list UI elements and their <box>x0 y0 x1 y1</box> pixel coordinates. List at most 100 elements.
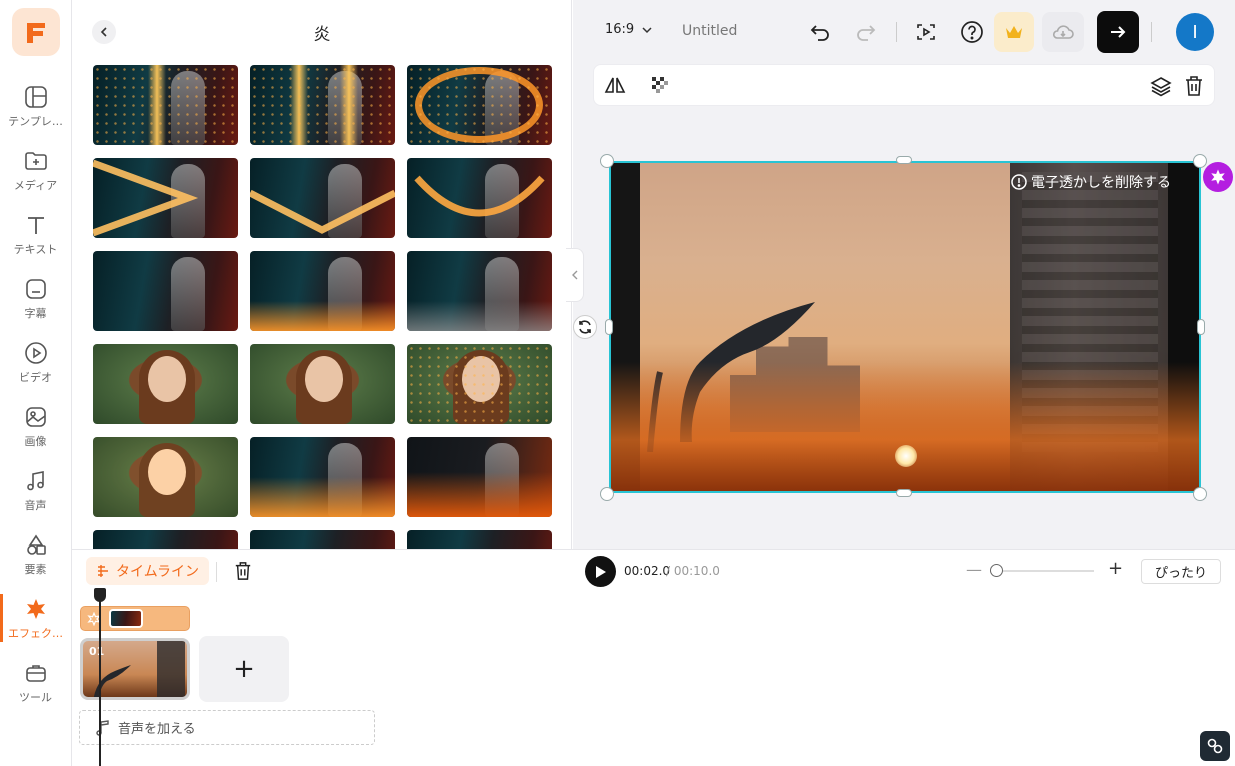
effect-thumb[interactable] <box>93 530 238 549</box>
zoom-out-button[interactable]: — <box>966 560 982 579</box>
zoom-in-button[interactable]: + <box>1108 558 1123 579</box>
play-button[interactable] <box>585 556 616 587</box>
link-tool-button[interactable] <box>1200 731 1230 761</box>
rail-item-label: ビデオ <box>19 371 52 384</box>
resize-handle-top[interactable] <box>896 156 912 164</box>
effect-thumb[interactable] <box>93 251 238 331</box>
preview-button[interactable] <box>908 14 944 50</box>
effect-thumb[interactable] <box>250 530 395 549</box>
rail-item-tools[interactable]: ツール <box>0 658 71 718</box>
redo-button[interactable] <box>848 14 884 50</box>
resize-handle-bottom-left[interactable] <box>600 487 614 501</box>
effect-thumb[interactable] <box>93 344 238 424</box>
export-button[interactable] <box>1097 11 1139 53</box>
playhead[interactable] <box>99 588 101 766</box>
add-audio-button[interactable]: 音声を加える <box>79 710 375 745</box>
effect-thumb[interactable] <box>407 437 552 517</box>
effect-thumb[interactable] <box>250 65 395 145</box>
resize-handle-right[interactable] <box>1197 319 1205 335</box>
rail-item-effects[interactable]: エフェク… <box>0 594 71 654</box>
document-title[interactable]: Untitled <box>682 23 737 39</box>
delete-element-button[interactable] <box>1184 75 1204 101</box>
rail-item-audio[interactable]: 音声 <box>0 466 71 526</box>
add-clip-button[interactable]: + <box>199 636 289 702</box>
user-avatar[interactable]: I <box>1176 13 1214 51</box>
total-time: / 00:10.0 <box>666 564 720 578</box>
effect-thumb[interactable] <box>93 437 238 517</box>
zoom-slider-track[interactable] <box>990 570 1094 572</box>
info-icon <box>1011 174 1027 190</box>
left-rail: テンプレ… メディア テキスト 字幕 ビデオ 画像 音声 要素 エフェク… ツー… <box>0 0 72 766</box>
effect-thumb[interactable] <box>93 158 238 238</box>
toolbar-divider <box>896 22 897 42</box>
resize-handle-bottom[interactable] <box>896 489 912 497</box>
resize-handle-top-left[interactable] <box>600 154 614 168</box>
layout-icon <box>23 84 49 110</box>
premium-button[interactable] <box>994 12 1034 52</box>
rail-item-label: 要素 <box>24 563 47 576</box>
rail-item-label: メディア <box>13 179 58 192</box>
rail-item-images[interactable]: 画像 <box>0 402 71 462</box>
effect-thumb[interactable] <box>250 251 395 331</box>
remove-watermark-link[interactable]: 電子透かしを削除する <box>1011 172 1171 192</box>
timeline-tab-label: タイムライン <box>116 564 200 580</box>
resize-handle-left[interactable] <box>605 319 613 335</box>
fit-button[interactable]: ぴったり <box>1141 559 1221 584</box>
flip-icon <box>604 77 626 93</box>
timeline-tab[interactable]: タイムライン <box>86 557 210 585</box>
effect-badge[interactable] <box>1203 162 1233 192</box>
rotate-handle[interactable] <box>573 315 597 339</box>
help-button[interactable] <box>954 14 990 50</box>
effect-thumb[interactable] <box>250 437 395 517</box>
resize-handle-bottom-right[interactable] <box>1193 487 1207 501</box>
subtitle-icon <box>23 276 49 302</box>
rail-item-label: ツール <box>19 691 52 704</box>
text-icon <box>23 212 49 238</box>
layers-button[interactable] <box>1150 75 1172 101</box>
aspect-ratio-select[interactable]: 16:9 <box>605 22 652 37</box>
rail-item-elements[interactable]: 要素 <box>0 530 71 590</box>
effect-thumb[interactable] <box>407 344 552 424</box>
flip-button[interactable] <box>604 75 626 99</box>
cloud-icon <box>1052 25 1074 39</box>
effects-icon <box>23 596 49 622</box>
effect-thumb[interactable] <box>407 251 552 331</box>
timeline-panel: タイムライン 00:02.0 / 00:10.0 — + ぴったり 01 + 音… <box>72 549 1235 766</box>
rotate-icon <box>579 320 591 334</box>
timeline-delete-button[interactable] <box>232 560 254 582</box>
effect-thumb[interactable] <box>250 344 395 424</box>
rail-item-subtitles[interactable]: 字幕 <box>0 274 71 334</box>
add-audio-label: 音声を加える <box>118 722 196 737</box>
cloud-save-button[interactable] <box>1042 12 1084 52</box>
panel-collapse-handle[interactable] <box>566 248 584 302</box>
rail-item-video[interactable]: ビデオ <box>0 338 71 398</box>
zoom-slider-knob[interactable] <box>990 564 1003 577</box>
video-clip[interactable]: 01 <box>80 638 190 700</box>
effect-thumb[interactable] <box>250 158 395 238</box>
effect-track-clip[interactable] <box>80 606 190 631</box>
link-icon <box>1207 738 1223 754</box>
effect-thumb[interactable] <box>407 530 552 549</box>
app-logo[interactable] <box>12 8 60 56</box>
effects-panel: 炎 <box>72 0 572 549</box>
undo-button[interactable] <box>802 14 838 50</box>
timeline-icon <box>98 565 108 577</box>
rail-item-media[interactable]: メディア <box>0 146 71 206</box>
rail-item-text[interactable]: テキスト <box>0 210 71 270</box>
toolbar-divider <box>1151 22 1152 42</box>
effect-thumb[interactable] <box>407 65 552 145</box>
transparency-button[interactable] <box>652 77 668 97</box>
effect-thumb[interactable] <box>93 65 238 145</box>
watermark-text: 電子透かしを削除する <box>1031 175 1171 191</box>
help-icon <box>961 21 983 43</box>
rail-item-templates[interactable]: テンプレ… <box>0 82 71 142</box>
resize-handle-top-right[interactable] <box>1193 154 1207 168</box>
trash-icon <box>235 562 251 580</box>
shapes-icon <box>23 532 49 558</box>
logo-icon <box>27 23 45 43</box>
timeline-divider <box>216 562 217 582</box>
panel-title: 炎 <box>313 25 331 45</box>
effect-thumb[interactable] <box>407 158 552 238</box>
video-canvas[interactable] <box>610 162 1200 492</box>
rail-item-label: エフェク… <box>8 627 63 640</box>
